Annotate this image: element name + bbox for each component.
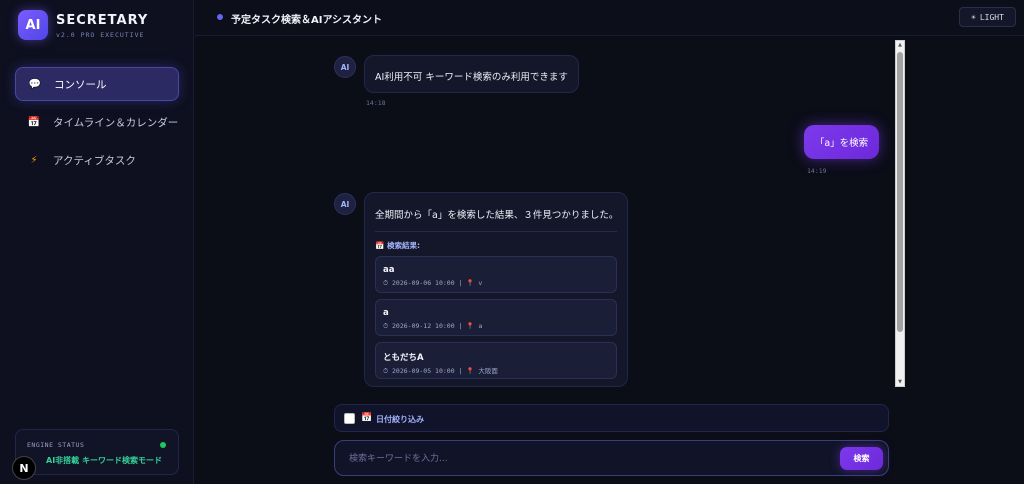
- pin-icon: 📍: [466, 279, 475, 287]
- message-timestamp: 14:18: [366, 99, 386, 107]
- result-meta: ⏱ 2026-09-05 10:00 | 📍 大阪面: [383, 365, 498, 376]
- next-dev-badge[interactable]: N: [12, 456, 36, 480]
- results-heading-label: 検索結果:: [386, 241, 420, 250]
- clock-icon: ⏱: [383, 279, 389, 287]
- search-bar: 検索: [334, 440, 889, 476]
- result-card[interactable]: ともだちA ⏱ 2026-09-05 10:00 | 📍 大阪面: [375, 342, 617, 379]
- result-datetime: 2026-09-05 10:00: [392, 367, 455, 375]
- search-input[interactable]: [349, 451, 819, 467]
- scroll-up-arrow-icon[interactable]: ▲: [896, 42, 904, 48]
- results-heading: 📅 検索結果:: [375, 240, 420, 251]
- message-text: AI利用不可 キーワード検索のみ利用できます: [375, 72, 568, 83]
- scroll-down-arrow-icon[interactable]: ▼: [896, 379, 904, 385]
- top-header: 予定タスク検索＆AIアシスタント ☀ LIGHT: [195, 0, 1024, 36]
- sidebar-item-label: コンソール: [54, 78, 107, 91]
- result-title: a: [383, 308, 389, 318]
- result-card[interactable]: a ⏱ 2026-09-12 10:00 | 📍 a: [375, 299, 617, 336]
- status-indicator-dot: [160, 442, 166, 448]
- date-filter-checkbox[interactable]: [344, 413, 355, 424]
- result-datetime: 2026-09-06 10:00: [392, 279, 455, 287]
- ai-message-bubble: 全期間から「a」を検索した結果、３件見つかりました。 📅 検索結果: aa ⏱ …: [364, 192, 628, 387]
- pin-icon: 📍: [466, 322, 475, 330]
- sidebar-item-label: タイムライン＆カレンダー: [53, 116, 179, 129]
- app-logo: AI: [18, 10, 48, 40]
- user-message-bubble: 「a」を検索: [804, 125, 879, 159]
- result-card[interactable]: aa ⏱ 2026-09-06 10:00 | 📍 v: [375, 256, 617, 293]
- theme-toggle-label: LIGHT: [979, 12, 1004, 22]
- sidebar-item-active-tasks[interactable]: ⚡ アクティブタスク: [15, 143, 179, 177]
- theme-toggle-button[interactable]: ☀ LIGHT: [959, 7, 1016, 27]
- search-button[interactable]: 検索: [840, 447, 883, 470]
- result-title: aa: [383, 265, 395, 275]
- result-title: ともだちA: [383, 353, 424, 363]
- result-meta: ⏱ 2026-09-06 10:00 | 📍 v: [383, 279, 482, 288]
- page-title: 予定タスク検索＆AIアシスタント: [231, 15, 383, 26]
- chat-log: AI AI利用不可 キーワード検索のみ利用できます 14:18 「a」を検索 1…: [195, 37, 905, 389]
- sun-icon: ☀: [971, 12, 976, 22]
- message-text: 「a」を検索: [814, 138, 869, 149]
- result-location: 大阪面: [478, 367, 498, 375]
- calendar-icon: 📅: [361, 413, 373, 423]
- date-filter-label[interactable]: 日付絞り込み: [376, 414, 424, 425]
- scrollbar-thumb[interactable]: [897, 52, 903, 332]
- result-datetime: 2026-09-12 10:00: [392, 322, 455, 330]
- message-timestamp: 14:19: [807, 167, 827, 175]
- app-version: v2.0 PRO EXECUTIVE: [56, 31, 145, 39]
- lightning-icon: ⚡: [30, 154, 38, 166]
- engine-status-panel: ENGINE STATUS AI非搭載 キーワード検索モード: [15, 429, 179, 475]
- engine-status-title: ENGINE STATUS: [27, 441, 85, 449]
- result-location: v: [478, 279, 483, 287]
- message-text: 全期間から「a」を検索した結果、３件見つかりました。: [375, 210, 619, 221]
- logo-text: AI: [25, 17, 41, 33]
- sidebar-item-console[interactable]: 💬 コンソール: [15, 67, 179, 101]
- ai-message-bubble: AI利用不可 キーワード検索のみ利用できます: [364, 55, 579, 93]
- engine-status-text: AI非搭載 キーワード検索モード: [46, 456, 162, 465]
- sidebar: AI SECRETARY v2.0 PRO EXECUTIVE 💬 コンソール …: [0, 0, 194, 484]
- app-name: SECRETARY: [56, 13, 149, 28]
- result-meta: ⏱ 2026-09-12 10:00 | 📍 a: [383, 322, 482, 331]
- sidebar-item-label: アクティブタスク: [53, 154, 136, 167]
- clock-icon: ⏱: [383, 322, 389, 330]
- clock-icon: ⏱: [383, 367, 389, 375]
- divider: [375, 231, 617, 232]
- ai-avatar: AI: [334, 56, 356, 78]
- calendar-icon: 📅: [27, 116, 41, 128]
- result-location: a: [478, 322, 483, 330]
- sidebar-item-timeline[interactable]: 📅 タイムライン＆カレンダー: [15, 105, 179, 139]
- chat-scrollbar[interactable]: ▲ ▼: [895, 40, 905, 387]
- chat-bubble-icon: 💬: [28, 78, 42, 90]
- date-filter-bar: 📅 日付絞り込み: [334, 404, 889, 432]
- ai-avatar: AI: [334, 193, 356, 215]
- header-dot-icon: [217, 14, 223, 20]
- pin-icon: 📍: [466, 367, 475, 375]
- calendar-icon: 📅: [375, 241, 385, 250]
